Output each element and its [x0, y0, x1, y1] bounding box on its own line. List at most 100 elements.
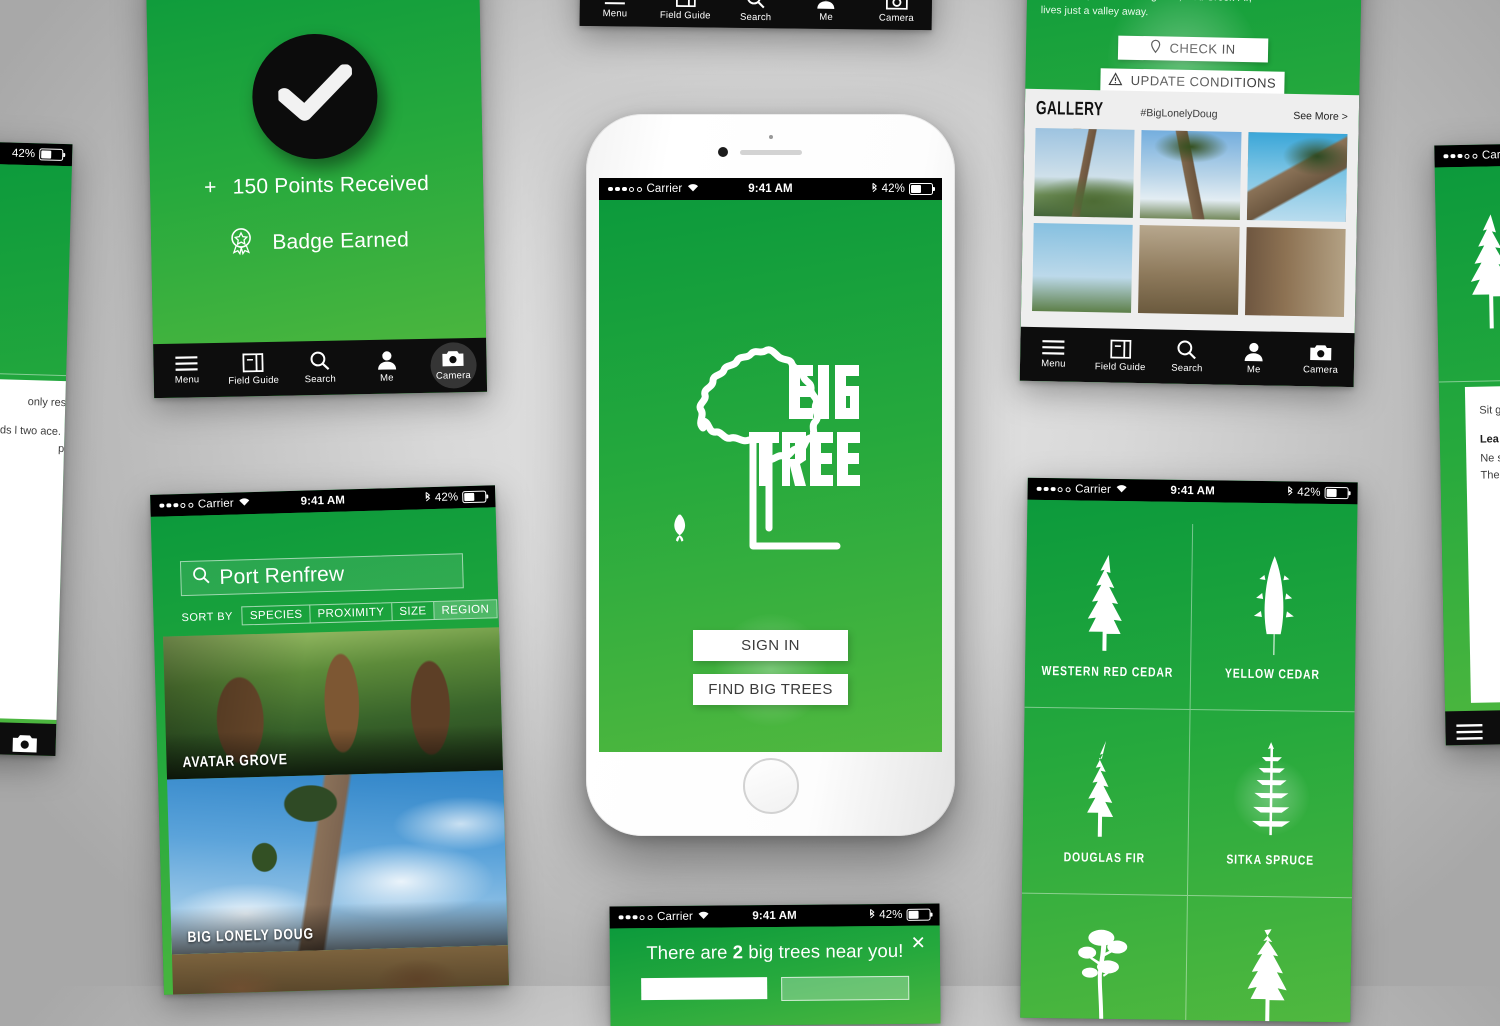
tab-bar[interactable]: Menu Field Guide Search: [1020, 327, 1355, 387]
tab-label: Me: [1247, 364, 1261, 375]
tab-camera[interactable]: Camera: [861, 0, 932, 24]
tree-silhouette-icon: [1074, 924, 1131, 1022]
hamburger-icon: [1455, 723, 1483, 742]
sort-by-label: SORT BY: [181, 610, 233, 623]
search-icon: [1177, 340, 1198, 360]
tab-menu[interactable]: Menu: [1020, 339, 1087, 370]
gallery-thumb[interactable]: [1140, 130, 1241, 220]
gallery-thumb[interactable]: [1245, 227, 1346, 317]
sort-chip-proximity[interactable]: PROXIMITY: [310, 603, 392, 622]
tab-me[interactable]: Me: [1220, 341, 1287, 375]
book-icon: [1110, 339, 1131, 358]
warning-triangle-icon: [1109, 72, 1123, 88]
wifi-icon: [687, 183, 699, 195]
find-big-trees-button[interactable]: FIND BIG TREES: [693, 674, 848, 705]
tab-bar[interactable]: Menu: [1445, 709, 1500, 746]
tab-label: Camera: [879, 12, 914, 23]
tab-bar[interactable]: Menu Field Guide Search: [153, 338, 487, 398]
battery-icon: [1325, 487, 1349, 499]
tab-field-guide[interactable]: Field Guide: [650, 0, 721, 22]
left-hero-area: [0, 162, 72, 376]
tab-search[interactable]: Search: [720, 0, 791, 23]
battery-percent: 42%: [12, 148, 36, 161]
clock: 9:41 AM: [716, 183, 824, 195]
tab-camera[interactable]: Camera: [420, 349, 487, 382]
tab-menu[interactable]: Menu: [153, 355, 220, 386]
tab-search[interactable]: Search: [286, 350, 353, 385]
tab-field-guide[interactable]: Field Guide: [1087, 339, 1154, 373]
bluetooth-icon: [424, 491, 431, 505]
species-cell-sitka-spruce[interactable]: SITKA SPRUCE: [1188, 710, 1355, 898]
result-card-avatar-grove[interactable]: AVATAR GROVE: [163, 627, 507, 779]
gallery-thumb[interactable]: [1032, 223, 1133, 313]
species-cell-yellow-cedar[interactable]: YELLOW CEDAR: [1190, 524, 1357, 712]
bluetooth-icon: [868, 908, 875, 922]
search-icon: [192, 566, 211, 589]
species-cell-arbutus[interactable]: ARBUTUS: [1020, 894, 1187, 1023]
carrier-label: Carrier: [1075, 483, 1111, 495]
gallery-thumb[interactable]: [1138, 225, 1239, 315]
check-in-button[interactable]: CHECK IN: [1118, 36, 1268, 63]
sort-chip-size[interactable]: SIZE: [392, 602, 435, 620]
search-input[interactable]: Port Renfrew: [180, 553, 464, 596]
right-paragraph-1: Sit gre acr Sit me: [1479, 401, 1500, 420]
front-camera: [718, 147, 728, 157]
gallery-thumb[interactable]: [1246, 132, 1347, 222]
signal-dots-icon: [608, 187, 642, 192]
tab-field-guide[interactable]: Field Guide: [220, 352, 287, 386]
battery-icon: [907, 909, 931, 921]
battery-icon: [909, 183, 933, 195]
hamburger-icon: [175, 355, 199, 371]
sort-chip-group[interactable]: SPECIES PROXIMITY SIZE REGION: [242, 599, 498, 625]
tab-label: Menu: [1457, 744, 1482, 746]
left-paragraph-2: een, but nds l two ace. ong pegs: [0, 420, 73, 458]
species-cell-western-hemlock[interactable]: WESTERN HEMLOCK: [1185, 896, 1352, 1022]
notification-primary-button[interactable]: [641, 977, 767, 1000]
sign-in-button[interactable]: SIGN IN: [693, 630, 848, 661]
tab-camera[interactable]: Camera: [6, 733, 42, 756]
screen-right-partial: Carrier Sit gre acr Sit me Lea Ne stif s…: [1434, 143, 1500, 746]
tab-search[interactable]: Search: [1153, 339, 1220, 374]
sort-chip-region[interactable]: REGION: [434, 600, 496, 619]
notification-message: There are 2 big trees near you!: [610, 940, 940, 965]
sort-chip-species[interactable]: SPECIES: [243, 605, 311, 624]
species-name: WESTERN RED CEDAR: [1041, 662, 1173, 679]
battery-icon: [462, 491, 486, 504]
home-button[interactable]: [743, 758, 799, 814]
status-bar-left: Carrier: [159, 497, 268, 512]
earpiece-speaker: [740, 150, 802, 155]
close-x-icon[interactable]: ✕: [911, 934, 926, 952]
tree-silhouette-icon: [1244, 926, 1293, 1022]
status-bar: 42%: [0, 140, 73, 166]
splash-actions: SIGN IN FIND BIG TREES: [599, 630, 942, 705]
gallery-thumb[interactable]: [1034, 128, 1135, 218]
tab-bar[interactable]: Menu Field Guide Search Me: [580, 0, 933, 30]
gallery-see-more-link[interactable]: See More >: [1293, 110, 1348, 123]
result-card-big-lonely-doug[interactable]: BIG LONELY DOUG: [167, 770, 509, 954]
species-name: SITKA SPRUCE: [1226, 851, 1314, 867]
status-bar-right: 42%: [0, 147, 63, 161]
species-cell-douglas-fir[interactable]: DOUGLAS FIR: [1022, 708, 1190, 896]
tab-label: Field Guide: [1095, 361, 1146, 373]
tree-description: The lone tree in an expansive clearcut, …: [1041, 0, 1265, 24]
result-card-partial[interactable]: [172, 945, 509, 995]
tab-bar[interactable]: Camera: [0, 720, 56, 756]
detail-description-block: The lone tree in an expansive clearcut, …: [1025, 0, 1362, 95]
carrier-label: Carrier: [657, 911, 693, 923]
tab-menu[interactable]: Menu: [580, 0, 651, 19]
screen-tree-detail: The lone tree in an expansive clearcut, …: [1020, 0, 1363, 387]
notification-secondary-button[interactable]: [781, 976, 909, 1001]
left-text-card: only res wn een, but nds l two ace. ong …: [0, 377, 73, 721]
results-list: AVATAR GROVE BIG LONELY DOUG: [163, 627, 509, 995]
species-cell-western-red-cedar[interactable]: WESTERN RED CEDAR: [1025, 522, 1193, 710]
tab-menu[interactable]: Menu: [1455, 723, 1484, 746]
tab-me[interactable]: Me: [353, 350, 420, 384]
right-paragraph-2: Ne stif slig run nar The the whi: [1480, 449, 1500, 485]
tab-me[interactable]: Me: [791, 0, 862, 23]
tab-camera[interactable]: Camera: [1287, 343, 1354, 376]
notif-text-before: There are: [646, 941, 733, 963]
badge-row: Badge Earned: [151, 221, 485, 263]
tab-label: Camera: [1303, 364, 1338, 376]
tree-silhouette-icon: [1253, 554, 1294, 660]
battery-percent: 42%: [879, 909, 902, 921]
